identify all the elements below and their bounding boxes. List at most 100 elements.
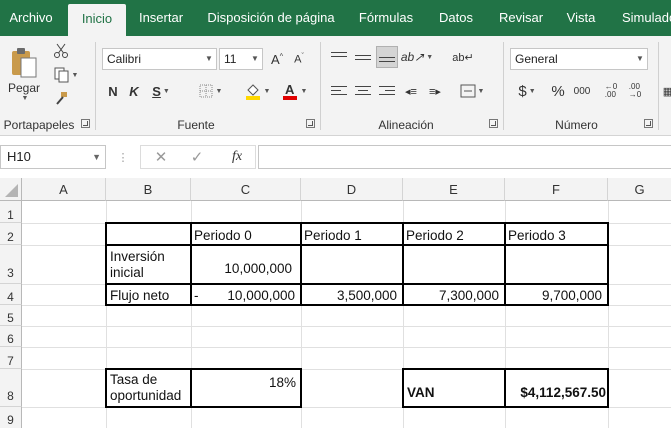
cell-b4[interactable]: Flujo neto (107, 285, 190, 304)
table-border (105, 406, 302, 408)
font-color-button[interactable]: A ▼ (277, 80, 311, 102)
row-header-6[interactable]: 6 (0, 326, 22, 347)
cell-c3[interactable]: 10,000,000 (191, 246, 295, 283)
copy-button[interactable]: ▼ (50, 64, 82, 86)
tab-vista[interactable]: Vista (556, 0, 606, 36)
increase-font-size-button[interactable]: A^ (267, 48, 287, 70)
conditional-format-icon: ▦ (662, 85, 671, 98)
alignment-dialog-launcher-icon[interactable] (489, 119, 498, 128)
number-dialog-launcher-icon[interactable] (644, 119, 653, 128)
cancel-entry-button[interactable]: ✕ (151, 147, 171, 167)
confirm-entry-button[interactable]: ✓ (187, 147, 207, 167)
cell-f8[interactable]: $4,112,567.50 (505, 370, 607, 406)
tab-datos[interactable]: Datos (426, 0, 486, 36)
clipboard-dialog-launcher-icon[interactable] (81, 119, 90, 128)
row-header-9[interactable]: 9 (0, 407, 22, 428)
cell-e8[interactable]: VAN (404, 370, 504, 406)
select-all-corner[interactable] (0, 178, 22, 201)
ribbon: Pegar ▼ ▼ Portapapeles Calibri ▼ 11 ▼ A^… (0, 36, 671, 136)
row-header-7[interactable]: 7 (0, 347, 22, 369)
tab-disposicion-de-pagina[interactable]: Disposición de página (196, 0, 346, 36)
paste-button[interactable]: Pegar ▼ (6, 40, 42, 108)
conditional-format-button[interactable]: ▦ (662, 80, 671, 102)
borders-button[interactable]: ▼ (192, 80, 228, 102)
cell-c4[interactable]: 10,000,000 (210, 285, 298, 304)
cell-f2[interactable]: Periodo 3 (505, 224, 607, 244)
decrease-font-size-button[interactable]: Aˇ (289, 48, 309, 70)
underline-button[interactable]: S ▼ (146, 80, 176, 102)
align-top-icon (331, 51, 347, 63)
cell-d2[interactable]: Periodo 1 (301, 224, 402, 244)
font-name-combobox[interactable]: Calibri ▼ (102, 48, 217, 70)
align-top-button[interactable] (328, 46, 350, 68)
cell-b3[interactable]: Inversión inicial (107, 246, 190, 283)
insert-function-button[interactable]: fx (225, 147, 249, 167)
format-painter-button[interactable] (50, 88, 72, 110)
number-format-combobox[interactable]: General ▼ (510, 48, 648, 70)
name-box-value: H10 (7, 149, 31, 164)
column-header-c[interactable]: C (191, 178, 301, 201)
decrease-decimal-icon: .00 →0 (628, 82, 642, 99)
decrease-decimal-button[interactable]: .00 →0 (624, 80, 646, 102)
cell-f4[interactable]: 9,700,000 (505, 285, 605, 304)
tab-inicio[interactable]: Inicio (68, 4, 126, 36)
cell-e4[interactable]: 7,300,000 (403, 285, 502, 304)
cut-button[interactable] (50, 40, 72, 62)
increase-indent-button[interactable]: ≡▸ (424, 80, 446, 102)
cell-e2[interactable]: Periodo 2 (403, 224, 504, 244)
wrap-text-button[interactable]: ab↵ (452, 46, 474, 68)
align-right-button[interactable] (376, 80, 398, 102)
tab-archivo[interactable]: Archivo (0, 0, 62, 36)
name-box[interactable]: H10 ▼ (0, 145, 106, 169)
align-middle-button[interactable] (352, 46, 374, 68)
gridline (22, 347, 671, 348)
column-header-f[interactable]: F (505, 178, 608, 201)
bold-button[interactable]: N (104, 80, 122, 102)
group-label-alineacion: Alineación (378, 118, 434, 132)
table-border (106, 304, 609, 306)
tab-revisar[interactable]: Revisar (488, 0, 554, 36)
font-dialog-launcher-icon[interactable] (306, 119, 315, 128)
comma-style-button[interactable]: 000 (570, 80, 594, 102)
increase-decimal-button[interactable]: ←0.00 (600, 80, 622, 102)
tab-formulas[interactable]: Fórmulas (348, 0, 424, 36)
formula-input[interactable] (258, 145, 671, 169)
select-all-triangle-icon (5, 184, 18, 197)
decrease-indent-icon: ◂≡ (405, 85, 417, 98)
row-header-4[interactable]: 4 (0, 284, 22, 305)
clipboard-icon (12, 47, 37, 77)
accounting-format-button[interactable]: $ ▼ (512, 80, 542, 102)
cell-d4[interactable]: 3,500,000 (301, 285, 400, 304)
font-size-combobox[interactable]: 11 ▼ (219, 48, 263, 70)
cell-c2[interactable]: Periodo 0 (191, 224, 300, 244)
cell-b8[interactable]: Tasa de oportunidad (107, 370, 190, 406)
row-header-5[interactable]: 5 (0, 305, 22, 326)
tab-simulador[interactable]: Simulador (610, 0, 671, 36)
merge-cells-icon (460, 84, 476, 98)
percent-style-button[interactable]: % (548, 80, 568, 102)
row-header-1[interactable]: 1 (0, 201, 22, 223)
text-orientation-icon: ab↗ (400, 50, 425, 64)
decrease-indent-button[interactable]: ◂≡ (400, 80, 422, 102)
borders-icon (199, 84, 213, 98)
cell-c8[interactable]: 18% (191, 370, 299, 406)
row-header-8[interactable]: 8 (0, 369, 22, 407)
copy-icon (54, 67, 69, 83)
tab-insertar[interactable]: Insertar (128, 0, 194, 36)
chevron-down-icon: ▼ (205, 54, 213, 63)
orientation-button[interactable]: ab↗ ▼ (400, 46, 434, 68)
column-header-g[interactable]: G (608, 178, 671, 201)
align-center-button[interactable] (352, 80, 374, 102)
row-header-2[interactable]: 2 (0, 223, 22, 245)
chevron-down-icon: ▼ (92, 152, 101, 162)
fill-color-button[interactable]: ▼ (240, 80, 274, 102)
column-header-b[interactable]: B (106, 178, 191, 201)
italic-button[interactable]: K (125, 80, 143, 102)
column-header-e[interactable]: E (403, 178, 505, 201)
align-bottom-button[interactable] (376, 46, 398, 68)
align-left-button[interactable] (328, 80, 350, 102)
column-header-d[interactable]: D (301, 178, 403, 201)
merge-center-button[interactable]: ▼ (455, 80, 489, 102)
column-header-a[interactable]: A (22, 178, 106, 201)
row-header-3[interactable]: 3 (0, 245, 22, 284)
